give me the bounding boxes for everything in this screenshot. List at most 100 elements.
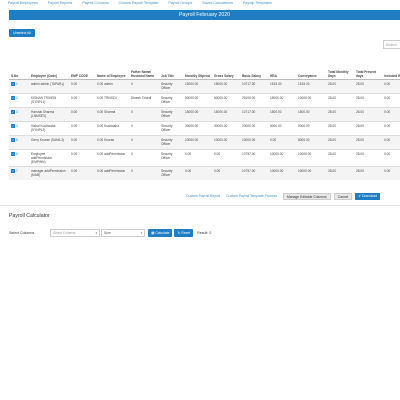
row-number: 3 (16, 109, 18, 114)
table-cell: 0.00 (69, 78, 95, 93)
nav-link[interactable]: Payroll Reports (43, 0, 78, 9)
table-cell: 28.00 (354, 92, 382, 107)
column-header[interactable]: Job Title (159, 52, 183, 80)
table-cell: 10000.00 (268, 148, 296, 166)
table-row: ✓ 7 manager addPermission (MAB) 0.00 0.00 ad… (9, 165, 400, 180)
payroll-table: S.No Employee (Code) EMP CODE Name of Emplo… (9, 52, 400, 180)
table-cell: 25100.00 (240, 92, 268, 107)
table-cell: Security Officer (159, 134, 183, 149)
table-cell: 0.00 (382, 120, 400, 135)
table-cell: Vishal Kushwaha (SYNPL2) (29, 120, 69, 135)
table-cell: 10757.00 (240, 148, 268, 166)
table-cell: 0.00 Kushwaha (95, 120, 129, 135)
operator-select[interactable]: Sum ▾ (101, 229, 146, 237)
reset-button[interactable]: ↻ Reset (174, 229, 194, 237)
nav-link[interactable]: Payroll Groups (163, 0, 197, 9)
columns-select[interactable]: Select Columns ▾ (50, 229, 101, 237)
table-cell: Security Officer (159, 106, 183, 121)
table-cell: 50000.00 (212, 92, 240, 107)
table-cell: 0.00 (268, 134, 296, 149)
row-select-cell[interactable]: ✓ 7 (9, 165, 29, 180)
chevron-down-icon: ▾ (140, 231, 143, 235)
nav-link[interactable]: Payroll Columns (77, 0, 113, 9)
operator-select-value: Sum (104, 231, 111, 235)
checkbox-checked-icon[interactable]: ✓ (11, 151, 15, 156)
table-cell: Employee addPermission (EMPINN) (29, 148, 69, 166)
table-cell: 28.00 (354, 134, 382, 149)
table-cell: 28.00 (354, 120, 382, 135)
table-cell: 0.00 (382, 148, 400, 166)
table-row: ✓ 5 Gerry Kruese (SANIL3) 0.00 0.00 Kruese 0 S… (9, 134, 400, 149)
table-cell: 0.00 TRIVEDI (95, 92, 129, 107)
table-cell: 28.00 (326, 134, 354, 149)
column-header[interactable]: Basic Salary (240, 52, 268, 80)
table-cell: KISHAN TRIVEDI (SYNPL1) (29, 92, 69, 107)
custom-payroll-report-button[interactable]: Custom Payroll Report (183, 193, 223, 200)
table-cell: 28.00 (354, 78, 382, 93)
table-cell: 10000.00 (268, 165, 296, 180)
table-cell: 15000.00 (212, 106, 240, 121)
table-cell: 28.00 (354, 165, 382, 180)
row-select-cell[interactable]: ✓ 3 (9, 106, 29, 121)
column-header[interactable]: Father Name/ Husband Name (129, 52, 159, 80)
row-select-cell[interactable]: ✓ 5 (9, 134, 29, 149)
table-cell: 0 (129, 148, 159, 166)
checkbox-checked-icon[interactable]: ✓ (11, 168, 15, 173)
checkbox-checked-icon[interactable]: ✓ (11, 137, 15, 142)
table-cell: Security Officer (159, 165, 183, 180)
table-cell: 15000.00 (212, 78, 240, 93)
column-header[interactable]: EMP CODE (69, 52, 95, 80)
column-header[interactable]: Conveyance (296, 52, 326, 80)
unselect-all-button[interactable]: Unselect All (9, 29, 35, 37)
column-header[interactable]: Total Present days (354, 52, 382, 80)
column-header[interactable]: Included Week off (382, 52, 400, 80)
checkbox-checked-icon[interactable]: ✓ (11, 109, 15, 114)
reset-label: Reset (181, 231, 191, 235)
column-header[interactable]: Name of Employee (95, 52, 129, 80)
row-number: 1 (16, 81, 18, 86)
result-value: 0 (209, 231, 212, 235)
nav-link[interactable]: Custom Payroll Template (114, 0, 164, 9)
download-button[interactable]: ✔ Download (355, 193, 381, 200)
search-input[interactable]: Search (383, 40, 400, 49)
calculate-button[interactable]: ▦ Calculate (148, 229, 173, 237)
table-cell: Security Officer (159, 120, 183, 135)
row-select-cell[interactable]: ✓ 6 (9, 148, 29, 166)
cancel-button[interactable]: Cancel (333, 193, 353, 200)
table-cell: 28.00 (326, 120, 354, 135)
column-header[interactable]: Gross Salary (212, 52, 240, 80)
calculate-label: Calculate (155, 231, 170, 235)
nav-link[interactable]: Payroll Employees (0, 0, 43, 9)
custom-template-process-button[interactable]: Custom Payroll Template Process (223, 193, 280, 200)
table-cell: 0.00 addPermission (95, 148, 129, 166)
table-cell: 10000.00 (212, 134, 240, 149)
row-select-cell[interactable]: ✓ 1 (9, 78, 29, 93)
row-select-cell[interactable]: ✓ 4 (9, 120, 29, 135)
table-cell: 10000.00 (183, 134, 212, 149)
row-select-cell[interactable]: ✓ 2 (9, 92, 29, 107)
table-cell: admin admin (TAPAR1) (29, 78, 69, 93)
column-header[interactable]: Monthly Stipend (183, 52, 212, 80)
checkbox-checked-icon[interactable]: ✓ (11, 95, 15, 100)
table-cell: 0.00 (382, 78, 400, 93)
manage-editable-columns-button[interactable]: Manage Editable Columns (282, 193, 331, 200)
column-header: S.No (9, 52, 29, 80)
checkbox-checked-icon[interactable]: ✓ (11, 123, 15, 128)
row-number: 4 (16, 123, 18, 128)
column-header[interactable]: Total Monthly Days (326, 52, 354, 80)
table-row: ✓ 3 Harshal Sharma (LNMSE3) 0.00 0.00 Sharma… (9, 106, 400, 121)
table-cell: 30000.00 (183, 120, 212, 135)
result-label: Result: (197, 231, 209, 235)
nav-link[interactable]: Payslip Templates (238, 0, 277, 9)
table-cell: 0.00 (212, 165, 240, 180)
table-cell: 0.00 admin (95, 78, 129, 93)
table-cell: Security Officer (159, 78, 183, 93)
nav-link[interactable]: Saved Calculations (197, 0, 238, 9)
checkbox-checked-icon[interactable]: ✓ (11, 81, 15, 86)
table-cell: 0 (129, 78, 159, 93)
column-header[interactable]: Employee (Code) (29, 52, 69, 80)
column-header[interactable]: HRA (268, 52, 296, 80)
table-cell: 28.00 (326, 165, 354, 180)
table-row: ✓ 4 Vishal Kushwaha (SYNPL2) 0.00 0.00 Kushw… (9, 120, 400, 135)
table-cell: Dinesh Trivedi (129, 92, 159, 107)
